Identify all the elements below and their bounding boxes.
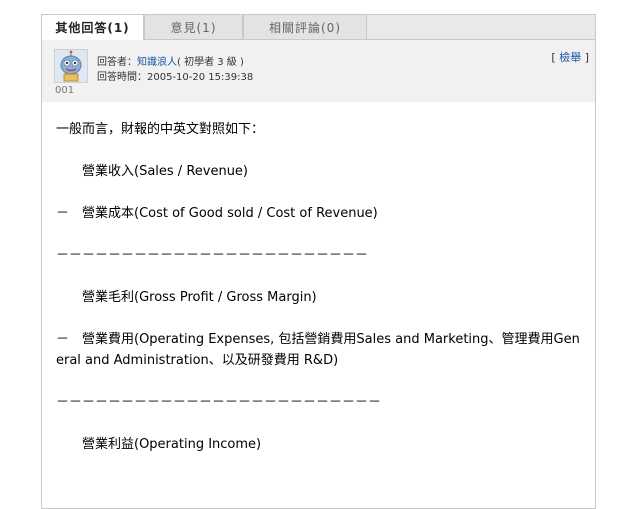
answer-time-label: 回答時間： <box>97 72 147 83</box>
answer-time-line: 回答時間：2005-10-20 15:39:38 <box>97 68 253 83</box>
answer-time-value: 2005-10-20 15:39:38 <box>147 72 254 83</box>
answerer-label: 回答者： <box>97 57 137 68</box>
answerer-name-link[interactable]: 知識浪人 <box>137 57 177 68</box>
content-line: 營業毛利(Gross Profit / Gross Margin) <box>56 290 317 305</box>
content-line: 營業利益(Operating Income) <box>56 437 262 452</box>
answerer-line: 回答者：知識浪人( 初學者 3 級 ) <box>97 53 244 68</box>
content-divider: －－－－－－－－－－－－－－－－－－－－－－－－ <box>56 248 369 263</box>
tab-other-answers[interactable]: 其他回答(1) <box>41 14 144 40</box>
report-control: [ 檢舉 ] <box>551 49 589 65</box>
report-bracket-close: ] <box>581 51 589 64</box>
report-link[interactable]: 檢舉 <box>559 51 581 64</box>
content-line: － 營業費用(Operating Expenses, 包括營銷費用Sales a… <box>56 332 580 347</box>
avatar-id: 001 <box>55 85 75 96</box>
content-line: eral and Administration、以及研發費用 R&D) <box>56 353 339 368</box>
content-divider: －－－－－－－－－－－－－－－－－－－－－－－－－ <box>56 395 382 410</box>
answerer-level: ( 初學者 3 級 ) <box>177 57 244 68</box>
content-line: 營業收入(Sales / Revenue) <box>56 164 249 179</box>
content-line: 一般而言，財報的中英文對照如下： <box>56 122 265 137</box>
tab-opinions[interactable]: 意見(1) <box>144 14 243 40</box>
answer-panel: 001 回答者：知識浪人( 初學者 3 級 ) 回答時間：2005-10-20 … <box>41 39 596 509</box>
tab-related-comments[interactable]: 相關評論(0) <box>243 14 367 40</box>
robot-avatar-icon <box>55 50 87 82</box>
answer-tabs: 其他回答(1) 意見(1) 相關評論(0) <box>41 14 596 40</box>
tab-bar-filler <box>367 14 596 40</box>
answer-header: 001 回答者：知識浪人( 初學者 3 級 ) 回答時間：2005-10-20 … <box>42 40 595 102</box>
avatar[interactable] <box>54 49 88 83</box>
content-line: － 營業成本(Cost of Good sold / Cost of Reven… <box>56 206 378 221</box>
